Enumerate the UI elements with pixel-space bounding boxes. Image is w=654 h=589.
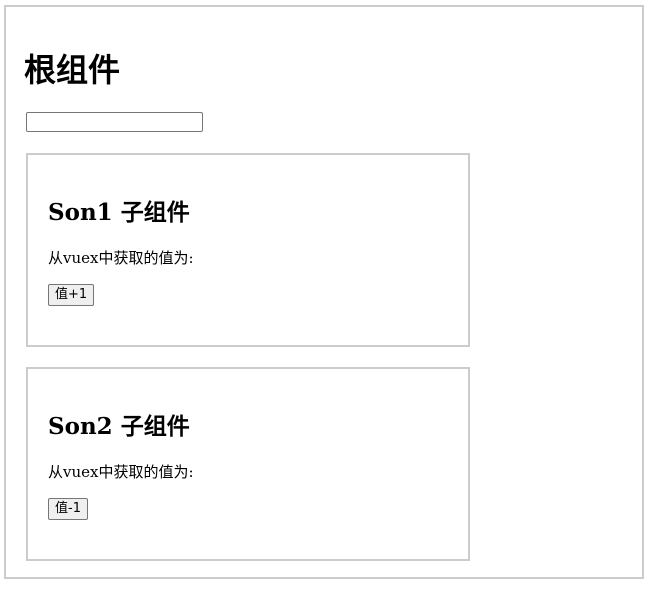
son1-component-box: Son1 子组件 从vuex中获取的值为: 值+1	[26, 153, 470, 347]
son1-value-text: 从vuex中获取的值为:	[48, 249, 194, 267]
increment-button[interactable]: 值+1	[48, 284, 95, 306]
son1-title-latin: Son1	[48, 199, 113, 226]
root-component-title: 根组件	[24, 51, 121, 89]
son2-title-latin: Son2	[48, 413, 113, 440]
son2-title: Son2 子组件	[48, 412, 190, 442]
son2-value-text: 从vuex中获取的值为:	[48, 463, 194, 481]
decrement-button[interactable]: 值-1	[48, 498, 88, 520]
son1-title: Son1 子组件	[48, 198, 190, 228]
son1-title-cn: 子组件	[120, 200, 190, 226]
root-value-input[interactable]	[26, 112, 203, 132]
son2-title-cn: 子组件	[120, 414, 190, 440]
son2-component-box: Son2 子组件 从vuex中获取的值为: 值-1	[26, 367, 470, 561]
